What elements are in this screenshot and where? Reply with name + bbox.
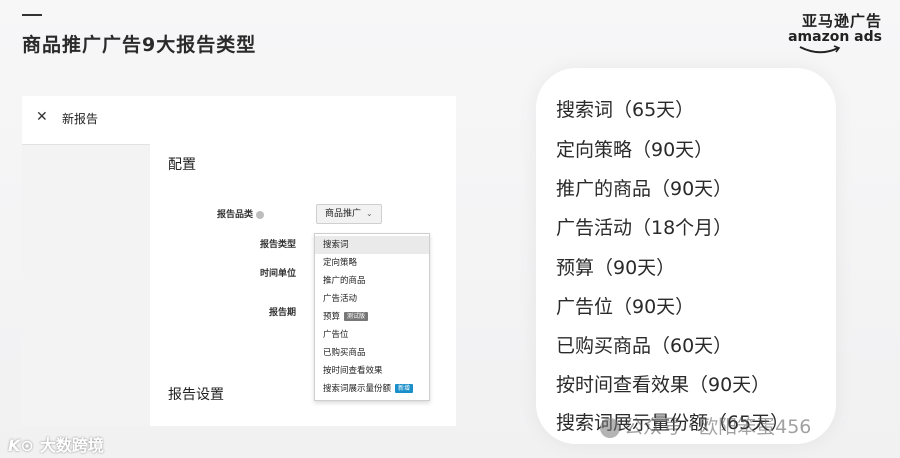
brand-name-en: amazon ads: [788, 29, 882, 45]
report-list-item: 推广的商品（90天）: [556, 178, 733, 200]
beta-badge: 测试版: [344, 312, 369, 321]
report-list-item: 广告活动（18个月）: [556, 217, 733, 239]
footer-logo-mark: K⊙: [8, 436, 34, 455]
report-list-item: 已购买商品（60天）: [556, 335, 733, 357]
dropdown-option-purchased-products[interactable]: 已购买商品: [315, 344, 429, 362]
dropdown-option-impression-share[interactable]: 搜索词展示量份额 新增: [315, 380, 429, 398]
dropdown-option-budget[interactable]: 预算 测试版: [315, 308, 429, 326]
watermark: 公众号 · 欧阳笨蛋456: [600, 412, 811, 439]
report-category-select[interactable]: 商品推广 ⌄: [316, 204, 382, 224]
report-period-label: 报告期: [268, 308, 296, 318]
footer-logo-text: 大数跨境: [39, 436, 104, 455]
report-list-item: 预算（90天）: [556, 257, 676, 279]
watermark-text: 公众号 · 欧阳笨蛋456: [624, 416, 812, 438]
brand-name-cn: 亚马逊广告: [801, 12, 882, 30]
dropdown-option-targeting[interactable]: 定向策略: [315, 254, 429, 272]
chevron-down-icon: ⌄: [366, 209, 373, 218]
report-list-item: 定向策略（90天）: [556, 139, 714, 161]
option-label: 预算: [323, 312, 341, 322]
amazon-smile-icon: [799, 45, 841, 54]
new-report-title: 新报告: [62, 112, 99, 126]
dropdown-option-placement[interactable]: 广告位: [315, 326, 429, 344]
footer-logo: K⊙ 大数跨境: [8, 432, 104, 456]
dropdown-option-search-terms[interactable]: 搜索词: [315, 236, 429, 254]
info-icon: [256, 210, 264, 219]
brand-logo: 亚马逊广告 amazon ads: [788, 10, 882, 55]
wechat-icon: [600, 417, 620, 438]
time-unit-label: 时间单位: [259, 269, 296, 279]
close-icon[interactable]: ✕: [36, 109, 48, 125]
report-settings-title: 报告设置: [168, 387, 224, 403]
report-list-item: 按时间查看效果（90天）: [556, 374, 771, 396]
slide-title: 商品推广广告9大报告类型: [22, 34, 257, 56]
report-type-dropdown[interactable]: 搜索词 定向策略 推广的商品 广告活动 预算 测试版 广告位 已购买商品 按时间查…: [314, 233, 430, 401]
config-title: 配置: [168, 157, 196, 173]
panel-header: ✕ 新报告: [22, 96, 456, 145]
dropdown-option-campaign[interactable]: 广告活动: [315, 290, 429, 308]
option-label: 搜索词展示量份额: [323, 384, 392, 394]
new-badge: 新增: [395, 384, 414, 393]
dropdown-option-advertised-products[interactable]: 推广的商品: [315, 272, 429, 290]
dropdown-option-performance-over-time[interactable]: 按时间查看效果: [315, 362, 429, 380]
report-list-item: 广告位（90天）: [556, 296, 695, 318]
report-category-label: 报告品类: [164, 207, 264, 220]
report-list-item: 搜索词（65天）: [556, 99, 695, 121]
report-category-value: 商品推广: [325, 209, 362, 219]
report-type-label: 报告类型: [259, 240, 296, 250]
top-dash-decoration: [22, 14, 42, 16]
